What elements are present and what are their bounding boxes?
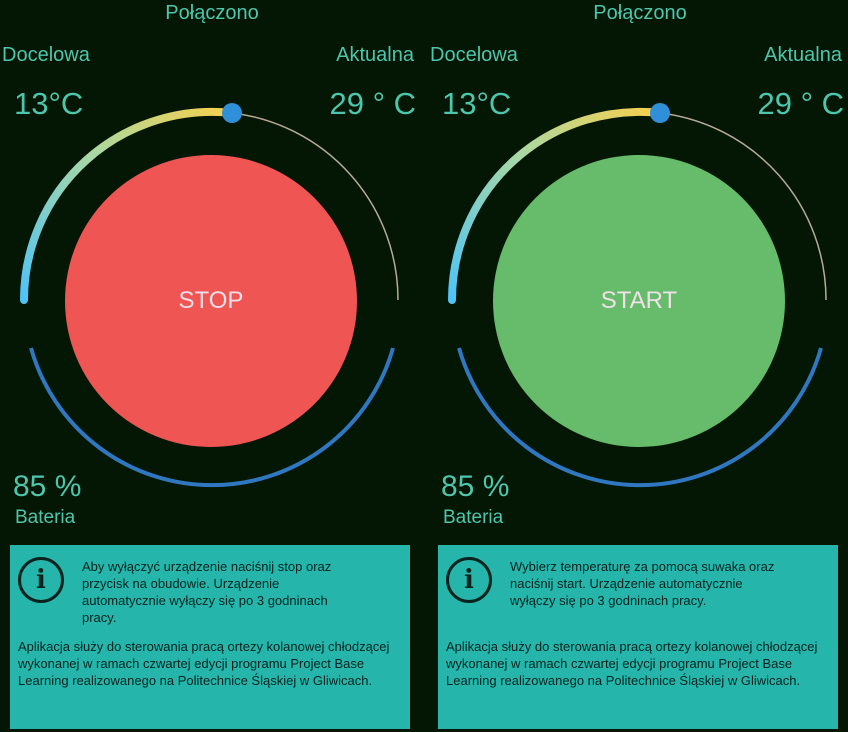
battery-label: Bateria [15, 507, 76, 528]
info-description-text: Aplikacja służy do sterowania pracą orte… [446, 639, 818, 688]
info-icon: i [446, 557, 492, 603]
target-temp-label: Docelowa [430, 44, 518, 66]
info-panel: i Aby wyłączyć urządzenie naciśnij stop … [10, 545, 410, 729]
connection-status: Połączono [593, 2, 687, 24]
screen-stop: Połączono Docelowa Aktualna 13°C 29 ° C … [0, 0, 424, 732]
info-description-text: Aplikacja służy do sterowania pracą orte… [18, 639, 390, 688]
info-instruction-text: Wybierz temperaturę za pomocą suwaka ora… [510, 559, 775, 608]
temperature-slider-thumb[interactable] [650, 103, 670, 123]
connection-status: Połączono [165, 2, 259, 24]
temperature-slider-thumb[interactable] [222, 103, 242, 123]
battery-label: Bateria [443, 507, 504, 528]
current-temp-label: Aktualna [764, 44, 842, 66]
info-instruction-text: Aby wyłączyć urządzenie naciśnij stop or… [82, 559, 332, 625]
start-button[interactable]: START [493, 155, 785, 447]
info-icon: i [18, 557, 64, 603]
info-panel: i Wybierz temperaturę za pomocą suwaka o… [438, 545, 838, 729]
current-temp-label: Aktualna [336, 44, 414, 66]
battery-value: 85 % [13, 470, 82, 503]
screen-start: Połączono Docelowa Aktualna 13°C 29 ° C … [428, 0, 848, 732]
stop-button[interactable]: STOP [65, 155, 357, 447]
battery-value: 85 % [441, 470, 510, 503]
target-temp-label: Docelowa [2, 44, 90, 66]
